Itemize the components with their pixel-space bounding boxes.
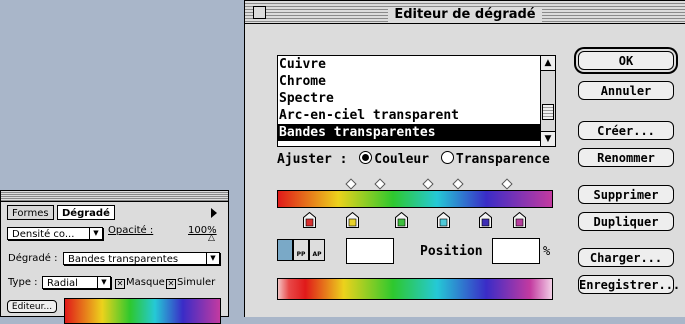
gradient-bar[interactable]: [277, 190, 553, 208]
scroll-thumb[interactable]: [542, 104, 554, 120]
stop-type-foreground-button[interactable]: [277, 239, 293, 261]
rename-button[interactable]: Renommer: [578, 148, 674, 167]
stop-type-pp-button[interactable]: PP: [293, 239, 309, 261]
checkbox-checked-icon[interactable]: ✕: [115, 279, 125, 289]
gradient-select[interactable]: Bandes transparentes ▼: [63, 252, 220, 265]
gradient-label: Dégradé :: [8, 253, 58, 264]
type-select-value: Radial: [47, 278, 78, 289]
cancel-button[interactable]: Annuler: [578, 81, 674, 100]
tab-formes[interactable]: Formes: [7, 205, 54, 220]
opacity-label: Opacité :: [108, 225, 154, 236]
gradient-preview: [277, 278, 553, 300]
duplicate-button[interactable]: Dupliquer: [578, 212, 674, 231]
mode-select[interactable]: Densité co... ▼: [7, 227, 103, 240]
radio-transparency-label[interactable]: Transparence: [456, 152, 550, 167]
midpoint-diamond[interactable]: [374, 178, 386, 190]
scroll-up-arrow-icon[interactable]: ▲: [541, 56, 555, 71]
stop-color-swatch[interactable]: [346, 238, 394, 264]
mask-checkbox[interactable]: ✕ Masque: [115, 277, 165, 289]
dither-checkbox[interactable]: ✕ Simuler: [166, 277, 215, 289]
midpoint-diamond[interactable]: [452, 178, 464, 190]
position-label: Position :: [420, 244, 499, 259]
opacity-slider-arrow-icon[interactable]: △: [208, 233, 215, 243]
type-label: Type :: [8, 277, 38, 288]
midpoint-diamond[interactable]: [345, 178, 357, 190]
edit-gradient-button[interactable]: Editeur...: [7, 300, 57, 313]
save-button[interactable]: Enregistrer...: [578, 275, 680, 294]
checkbox-checked-icon[interactable]: ✕: [166, 279, 176, 289]
dialog-title-bar[interactable]: Editeur de dégradé: [245, 1, 685, 24]
color-stop-marker[interactable]: [346, 212, 359, 228]
chevron-down-icon: ▼: [89, 228, 102, 239]
gradient-select-value: Bandes transparentes: [68, 254, 179, 265]
radio-transparency[interactable]: [440, 151, 454, 164]
palette-title-bar[interactable]: [1, 191, 228, 202]
color-stop-marker[interactable]: [479, 212, 492, 228]
mask-label: Masque: [126, 277, 165, 288]
mode-value: Densité co...: [12, 229, 75, 240]
color-stop-marker[interactable]: [513, 212, 526, 228]
delete-button[interactable]: Supprimer: [578, 185, 674, 204]
color-stop-marker[interactable]: [437, 212, 450, 228]
chevron-down-icon: ▼: [97, 277, 110, 288]
color-stop-marker[interactable]: [303, 212, 316, 228]
percent-label: %: [543, 244, 551, 258]
stop-type-ap-button[interactable]: AP: [309, 239, 325, 261]
gradient-list[interactable]: Cuivre Chrome Spectre Arc-en-ciel transp…: [277, 55, 556, 147]
radio-color[interactable]: [359, 151, 373, 164]
list-item[interactable]: Chrome: [278, 73, 555, 90]
midpoint-diamond[interactable]: [501, 178, 513, 190]
list-item-selected[interactable]: Bandes transparentes: [278, 124, 555, 141]
load-button[interactable]: Charger...: [578, 248, 674, 267]
create-button[interactable]: Créer...: [578, 121, 674, 140]
palette-gradient-preview: [64, 298, 221, 324]
ok-button[interactable]: OK: [578, 51, 674, 70]
tab-degrade[interactable]: Dégradé: [57, 205, 115, 220]
scroll-down-arrow-icon[interactable]: ▼: [541, 131, 555, 146]
gradient-editor-dialog: Editeur de dégradé Cuivre Chrome Spectre…: [244, 0, 685, 317]
position-input[interactable]: [492, 238, 540, 264]
dither-label: Simuler: [177, 277, 216, 288]
type-select[interactable]: Radial ▼: [42, 276, 111, 289]
chevron-down-icon: ▼: [206, 253, 219, 264]
adjust-row: Ajuster : Couleur Transparence: [277, 151, 550, 167]
midpoint-diamond[interactable]: [422, 178, 434, 190]
palette-menu-arrow-icon[interactable]: [211, 208, 217, 218]
radio-color-label[interactable]: Couleur: [374, 152, 429, 167]
list-scrollbar[interactable]: ▲ ▼: [540, 56, 555, 146]
dialog-title: Editeur de dégradé: [388, 7, 542, 22]
list-item[interactable]: Spectre: [278, 90, 555, 107]
list-item[interactable]: Arc-en-ciel transparent: [278, 107, 555, 124]
list-item[interactable]: Cuivre: [278, 56, 555, 73]
color-stop-marker[interactable]: [395, 212, 408, 228]
adjust-label: Ajuster :: [277, 152, 348, 167]
